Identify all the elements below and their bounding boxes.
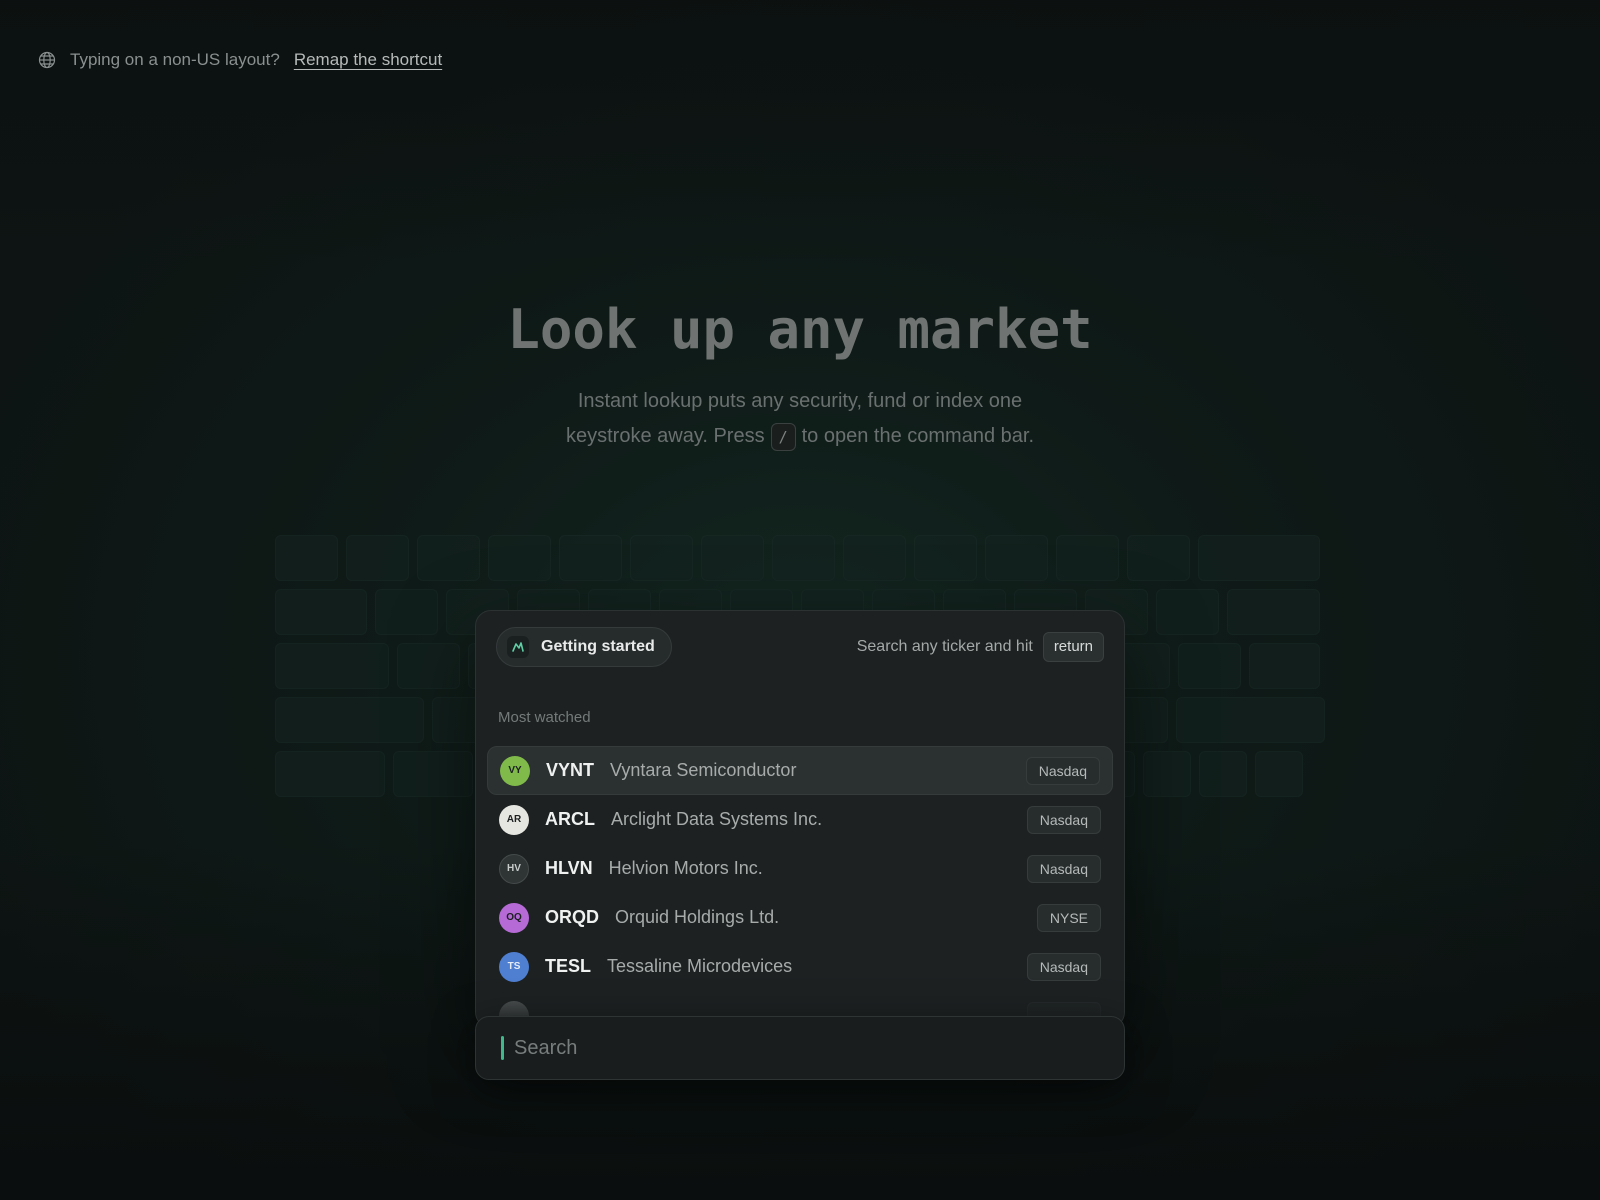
company-name: Tessaline Microdevices [607,956,793,976]
subtitle-before-key: keystroke away. Press [566,425,765,447]
keyboard-key [275,751,385,797]
ticker-row-hlvn[interactable]: HV HLVN Helvion Motors Inc. Nasdaq [487,844,1113,893]
remap-shortcut-link[interactable]: Remap the shortcut [294,50,442,70]
keyboard-row [275,535,1325,581]
keyboard-key [1156,589,1219,635]
panel-header: Getting started Search any ticker and hi… [476,611,1124,667]
keyboard-key [346,535,409,581]
layout-notice: Typing on a non-US layout? Remap the sho… [38,50,442,70]
keyboard-key [393,751,473,797]
company-name: Vyntara Semiconductor [610,760,797,780]
exchange-badge: Nasdaq [1025,756,1100,785]
keyboard-key [559,535,622,581]
search-input[interactable] [514,1036,1074,1060]
page-subtitle: Instant lookup puts any security, fund o… [0,384,1600,454]
getting-started-label: Getting started [541,638,655,655]
company-name: Arclight Data Systems Inc. [611,809,823,829]
keyboard-key [275,589,367,635]
keyboard-key [275,697,425,743]
keyboard-key [701,535,764,581]
ticker-avatar: TS [499,951,529,982]
company-name: Helvion Motors Inc. [608,858,763,878]
subtitle-line-1: Instant lookup puts any security, fund o… [577,390,1023,412]
keyboard-key [275,535,338,581]
keyboard-key [1056,535,1119,581]
keyboard-key [1127,535,1190,581]
ticker-avatar: HV [499,853,529,884]
ticker-symbol: ORQD [545,907,599,927]
keyboard-key [914,535,977,581]
exchange-badge: Nasdaq [1026,805,1101,834]
page-title: Look up any market [507,298,1093,361]
ticker-symbol: ARCL [545,809,595,829]
keyboard-key [1178,643,1241,689]
ticker-avatar: VY [500,755,530,786]
keyboard-key [1198,535,1320,581]
return-key: return [1042,632,1104,662]
ticker-symbol: VYNT [546,760,595,780]
ticker-row-tesl[interactable]: TS TESL Tessaline Microdevices Nasdaq [487,942,1113,991]
return-hint-text: Search any ticker and hit [856,638,1033,655]
subtitle-line-2: keystroke away. Press / to open the comman… [0,419,1600,454]
keyboard-key [1255,751,1303,797]
most-watched-heading: Most watched [498,709,591,726]
exchange-badge: Nasdaq [1026,854,1101,883]
keyboard-key [1199,751,1247,797]
keyboard-key [1227,589,1320,635]
chart-logo-icon [507,636,529,658]
slash-key-hint: / [770,422,796,451]
keyboard-key [375,589,438,635]
keyboard-key [985,535,1048,581]
keyboard-key [275,643,389,689]
ticker-row-orqd[interactable]: OQ ORQD Orquid Holdings Ltd. NYSE [487,893,1113,942]
keyboard-key [772,535,835,581]
ticker-row-vynt[interactable]: VY VYNT Vyntara Semiconductor Nasdaq [487,746,1113,795]
keyboard-key [397,643,460,689]
exchange-badge: Nasdaq [1026,952,1101,981]
keyboard-key [630,535,693,581]
company-name: Orquid Holdings Ltd. [615,907,780,927]
ticker-avatar: AR [499,804,529,835]
ticker-symbol: HLVN [545,858,593,878]
keyboard-key [417,535,480,581]
ticker-symbol: TESL [545,956,592,976]
search-bar[interactable] [475,1016,1125,1080]
keyboard-key [843,535,906,581]
keyboard-key [1249,643,1320,689]
return-hint: Search any ticker and hit return [857,632,1104,662]
ticker-avatar: OQ [499,902,529,933]
ticker-row-arcl[interactable]: AR ARCL Arclight Data Systems Inc. Nasda… [487,795,1113,844]
getting-started-chip[interactable]: Getting started [496,627,672,667]
text-caret [501,1036,504,1060]
keyboard-key [488,535,551,581]
exchange-badge: NYSE [1036,903,1101,932]
keyboard-key [1143,751,1191,797]
ticker-list: VY VYNT Vyntara Semiconductor Nasdaq AR … [487,746,1113,1027]
command-panel: Getting started Search any ticker and hi… [475,610,1125,1028]
keyboard-key [1175,697,1326,743]
subtitle-after-key: to open the command bar. [801,425,1034,447]
globe-icon [38,51,56,69]
layout-question: Typing on a non-US layout? [70,50,280,69]
